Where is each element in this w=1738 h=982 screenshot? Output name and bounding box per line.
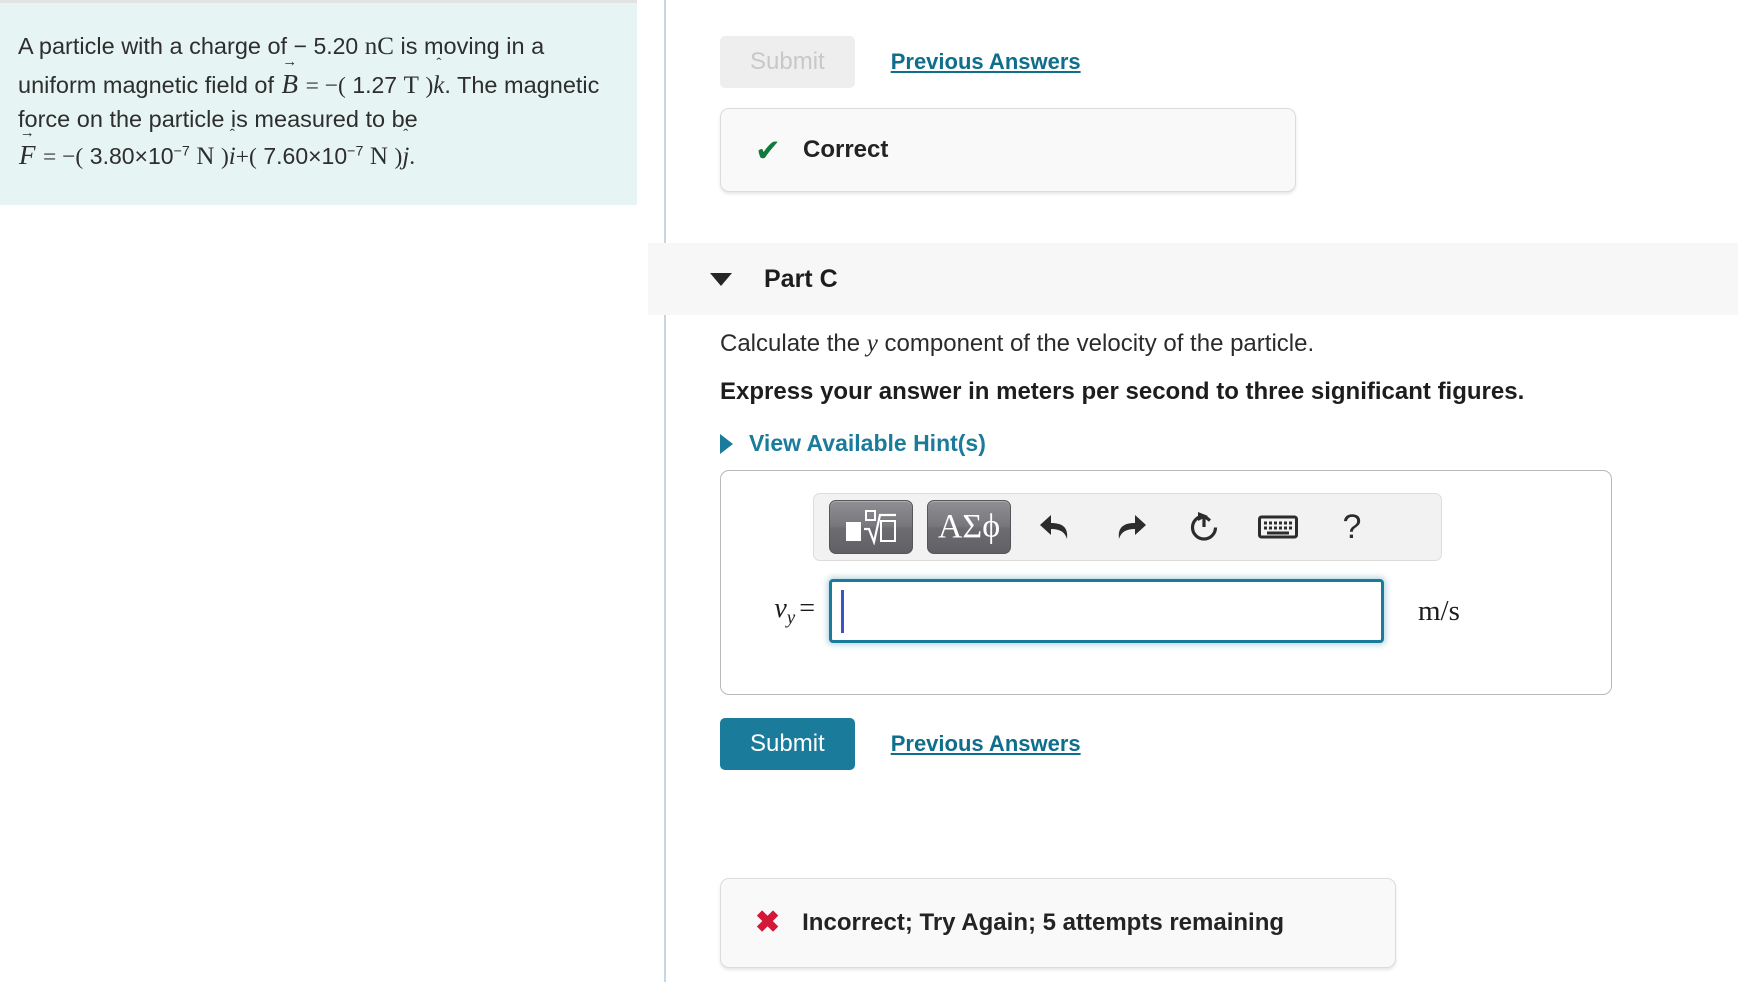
keyboard-button[interactable]: [1247, 501, 1309, 553]
f-period: .: [409, 144, 416, 171]
express-instruction: Express your answer in meters per second…: [720, 378, 1525, 405]
help-button[interactable]: ?: [1321, 501, 1383, 553]
f-y-exponent: −7: [347, 143, 364, 160]
problem-statement-text: A particle with a charge of − 5.20 nC is…: [18, 29, 609, 175]
vector-arrow-accent-f: →: [19, 125, 35, 142]
f-unit-x: N: [196, 143, 215, 171]
correct-feedback-text: Correct: [802, 136, 889, 163]
submit-button-disabled[interactable]: Submit: [720, 36, 855, 88]
vector-f-symbol: → F: [19, 125, 36, 171]
charge-unit: nC: [364, 33, 394, 60]
answer-units-label: m/s: [1418, 594, 1460, 627]
part-b-submit-row: Submit Previous Answers: [720, 36, 1081, 88]
hat-accent-i: ̂: [229, 130, 236, 140]
undo-button[interactable]: [1025, 501, 1087, 553]
incorrect-feedback-box: ✖ Incorrect; Try Again; 5 attempts remai…: [720, 878, 1396, 968]
f-equals: = −(: [43, 144, 84, 171]
question-variable: y: [866, 330, 878, 357]
b-equals: = −(: [305, 72, 346, 99]
caret-right-icon[interactable]: [720, 433, 733, 454]
template-root-icon: [846, 510, 896, 545]
hat-accent-j: ̂: [402, 130, 409, 140]
question-rest: component of the velocity of the particl…: [884, 330, 1315, 357]
b-close-paren: ): [425, 72, 434, 99]
hat-accent: ̂: [433, 59, 444, 69]
answer-variable-label: vy =: [774, 592, 815, 629]
incorrect-feedback-text: Incorrect; Try Again; 5 attempts remaini…: [802, 909, 1285, 936]
f-unit-y: N: [369, 143, 388, 171]
reset-button[interactable]: [1173, 501, 1235, 553]
template-root-icon-button[interactable]: [829, 500, 913, 554]
answer-entry-container: ΑΣϕ ? vy = m/s: [720, 470, 1612, 695]
math-toolbar: ΑΣϕ ?: [813, 493, 1442, 561]
part-c-title: Part C: [764, 264, 838, 293]
previous-answers-link-top[interactable]: Previous Answers: [891, 49, 1081, 75]
greek-symbols-label: ΑΣϕ: [937, 508, 1001, 545]
b-value: 1.27: [352, 71, 398, 98]
redo-button[interactable]: [1099, 501, 1161, 553]
question-lead: Calculate the: [720, 330, 861, 357]
part-c-header[interactable]: Part C: [648, 243, 1738, 315]
vector-b-symbol: → B: [281, 53, 299, 99]
unit-vector-j: ̂j: [402, 139, 409, 175]
reset-circular-arrow-icon: [1190, 512, 1218, 541]
keyboard-icon: [1258, 515, 1298, 539]
f-plus: +(: [235, 144, 257, 171]
f-x-value: 3.80×10−7: [89, 143, 190, 170]
correct-feedback-box: ✔ Correct: [720, 108, 1296, 192]
answer-equals-sign: =: [799, 592, 815, 624]
unit-vector-k: ̂k: [433, 68, 444, 104]
undo-arrow-icon: [1040, 515, 1068, 539]
view-hints-label: View Available Hint(s): [749, 430, 986, 456]
problem-intro-1: A particle with a charge of: [18, 33, 288, 59]
vector-arrow-accent: →: [282, 53, 298, 70]
view-hints-toggle[interactable]: View Available Hint(s): [720, 430, 986, 457]
problem-statement-card: A particle with a charge of − 5.20 nC is…: [0, 3, 637, 205]
problem-pane: A particle with a charge of − 5.20 nC is…: [0, 0, 637, 205]
f-close-paren-1: ): [220, 144, 229, 171]
check-mark-icon: ✔: [755, 132, 781, 168]
answer-variable-subscript: y: [786, 607, 796, 629]
greek-symbols-button[interactable]: ΑΣϕ: [927, 500, 1011, 554]
b-unit: T: [403, 71, 419, 99]
answer-pane: Submit Previous Answers ✔ Correct Part C…: [648, 0, 1738, 982]
question-mark-icon: ?: [1342, 508, 1362, 546]
part-c-submit-row: Submit Previous Answers: [720, 718, 1081, 770]
f-x-exponent: −7: [173, 143, 190, 160]
unit-vector-i: ̂i: [229, 139, 236, 175]
charge-value: − 5.20: [293, 33, 359, 59]
text-cursor: [841, 590, 844, 633]
answer-input-field[interactable]: [829, 579, 1384, 643]
submit-button[interactable]: Submit: [720, 718, 855, 770]
answer-input-row: vy = m/s: [721, 579, 1613, 643]
redo-arrow-icon: [1118, 515, 1146, 539]
part-c-question: Calculate the y component of the velocit…: [720, 330, 1314, 358]
f-y-value: 7.60×10−7: [263, 143, 364, 170]
cross-mark-icon: ✖: [755, 906, 781, 939]
page-root: A particle with a charge of − 5.20 nC is…: [0, 0, 1738, 982]
caret-down-icon[interactable]: [710, 272, 732, 286]
previous-answers-link-bottom[interactable]: Previous Answers: [891, 731, 1081, 757]
